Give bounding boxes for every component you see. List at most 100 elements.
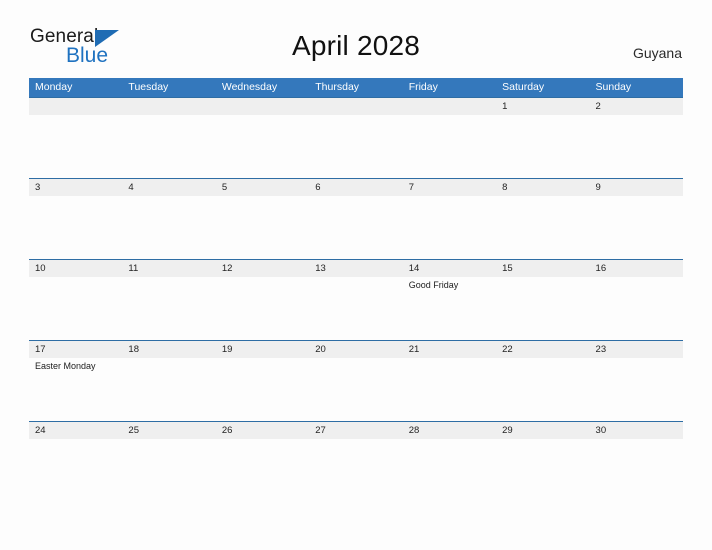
day-number[interactable]: 22 [496, 341, 589, 358]
day-cell[interactable] [122, 358, 215, 420]
day-cell[interactable] [309, 358, 402, 420]
day-number[interactable]: 25 [122, 422, 215, 439]
weekday-header-wednesday: Wednesday [221, 81, 278, 93]
day-cell[interactable] [309, 196, 402, 258]
day-number[interactable]: 18 [122, 341, 215, 358]
day-number[interactable]: 16 [590, 260, 683, 277]
day-cell[interactable] [403, 439, 496, 501]
day-cell[interactable]: Good Friday [403, 277, 496, 339]
weekday-header-sunday: Sunday [595, 81, 632, 93]
calendar-grid: Monday Tuesday Wednesday Thursday Friday… [29, 78, 683, 502]
day-number[interactable]: 6 [309, 179, 402, 196]
week-date-band: 24 25 26 27 28 29 30 [29, 422, 683, 439]
day-number[interactable]: 3 [29, 179, 122, 196]
day-number[interactable]: 10 [29, 260, 122, 277]
page-header: General Blue April 2028 Guyana [0, 0, 712, 66]
weekday-header-saturday: Saturday [502, 81, 545, 93]
day-cell[interactable] [590, 358, 683, 420]
day-cell[interactable] [496, 439, 589, 501]
week-date-band: 3 4 5 6 7 8 9 [29, 179, 683, 196]
day-cell[interactable] [590, 277, 683, 339]
day-number[interactable]: 17 [29, 341, 122, 358]
day-cell[interactable] [309, 439, 402, 501]
day-number[interactable]: 12 [216, 260, 309, 277]
day-cell[interactable] [216, 439, 309, 501]
week-row: 1 2 [29, 97, 683, 178]
day-cell[interactable] [309, 115, 402, 177]
day-number[interactable]: 14 [403, 260, 496, 277]
week-row: 17 18 19 20 21 22 23 Easter Monday [29, 340, 683, 421]
day-number[interactable]: 15 [496, 260, 589, 277]
day-number[interactable] [216, 98, 309, 115]
day-number[interactable]: 7 [403, 179, 496, 196]
day-cell[interactable] [403, 358, 496, 420]
calendar-page: General Blue April 2028 Guyana Monday Tu… [0, 0, 712, 550]
week-event-band [29, 196, 683, 258]
day-number[interactable]: 26 [216, 422, 309, 439]
day-event: Easter Monday [35, 361, 96, 371]
weekday-header-tuesday: Tuesday [128, 81, 169, 93]
day-cell[interactable] [216, 358, 309, 420]
day-number[interactable]: 29 [496, 422, 589, 439]
day-cell[interactable] [309, 277, 402, 339]
day-cell[interactable]: Easter Monday [29, 358, 122, 420]
day-cell[interactable] [590, 115, 683, 177]
day-cell[interactable] [496, 277, 589, 339]
week-event-band: Good Friday [29, 277, 683, 339]
day-cell[interactable] [496, 115, 589, 177]
day-number[interactable]: 20 [309, 341, 402, 358]
day-cell[interactable] [403, 196, 496, 258]
day-number[interactable]: 21 [403, 341, 496, 358]
day-number[interactable]: 2 [590, 98, 683, 115]
day-number[interactable]: 13 [309, 260, 402, 277]
day-cell[interactable] [122, 115, 215, 177]
week-event-band [29, 115, 683, 177]
day-cell[interactable] [216, 115, 309, 177]
day-number[interactable]: 28 [403, 422, 496, 439]
weekday-header-friday: Friday [408, 81, 438, 93]
day-event: Good Friday [408, 280, 459, 290]
page-title: April 2028 [291, 30, 421, 61]
day-number[interactable]: 5 [216, 179, 309, 196]
day-number[interactable] [309, 98, 402, 115]
day-number[interactable]: 27 [309, 422, 402, 439]
day-number[interactable] [122, 98, 215, 115]
day-cell[interactable] [590, 196, 683, 258]
week-event-band [29, 439, 683, 501]
day-cell[interactable] [496, 196, 589, 258]
day-cell[interactable] [403, 115, 496, 177]
day-cell[interactable] [29, 277, 122, 339]
week-row: 10 11 12 13 14 15 16 Good Friday [29, 259, 683, 340]
week-row: 24 25 26 27 28 29 30 [29, 421, 683, 502]
weekday-header-row: Monday Tuesday Wednesday Thursday Friday… [29, 78, 683, 97]
day-number[interactable]: 11 [122, 260, 215, 277]
day-cell[interactable] [590, 439, 683, 501]
day-number[interactable]: 4 [122, 179, 215, 196]
country-label: Guyana [632, 45, 682, 61]
day-number[interactable]: 9 [590, 179, 683, 196]
week-date-band: 1 2 [29, 98, 683, 115]
day-cell[interactable] [122, 196, 215, 258]
day-number[interactable]: 8 [496, 179, 589, 196]
week-date-band: 17 18 19 20 21 22 23 [29, 341, 683, 358]
day-cell[interactable] [29, 115, 122, 177]
day-number[interactable]: 30 [590, 422, 683, 439]
day-cell[interactable] [122, 277, 215, 339]
week-date-band: 10 11 12 13 14 15 16 [29, 260, 683, 277]
day-number[interactable]: 23 [590, 341, 683, 358]
week-row: 3 4 5 6 7 8 9 [29, 178, 683, 259]
day-cell[interactable] [29, 439, 122, 501]
day-cell[interactable] [122, 439, 215, 501]
day-cell[interactable] [216, 277, 309, 339]
day-number[interactable]: 1 [496, 98, 589, 115]
day-number[interactable] [403, 98, 496, 115]
day-cell[interactable] [29, 196, 122, 258]
day-number[interactable]: 19 [216, 341, 309, 358]
day-cell[interactable] [496, 358, 589, 420]
week-event-band: Easter Monday [29, 358, 683, 420]
day-number[interactable] [29, 98, 122, 115]
day-number[interactable]: 24 [29, 422, 122, 439]
weekday-header-monday: Monday [35, 81, 73, 93]
day-cell[interactable] [216, 196, 309, 258]
weekday-header-thursday: Thursday [315, 81, 360, 93]
